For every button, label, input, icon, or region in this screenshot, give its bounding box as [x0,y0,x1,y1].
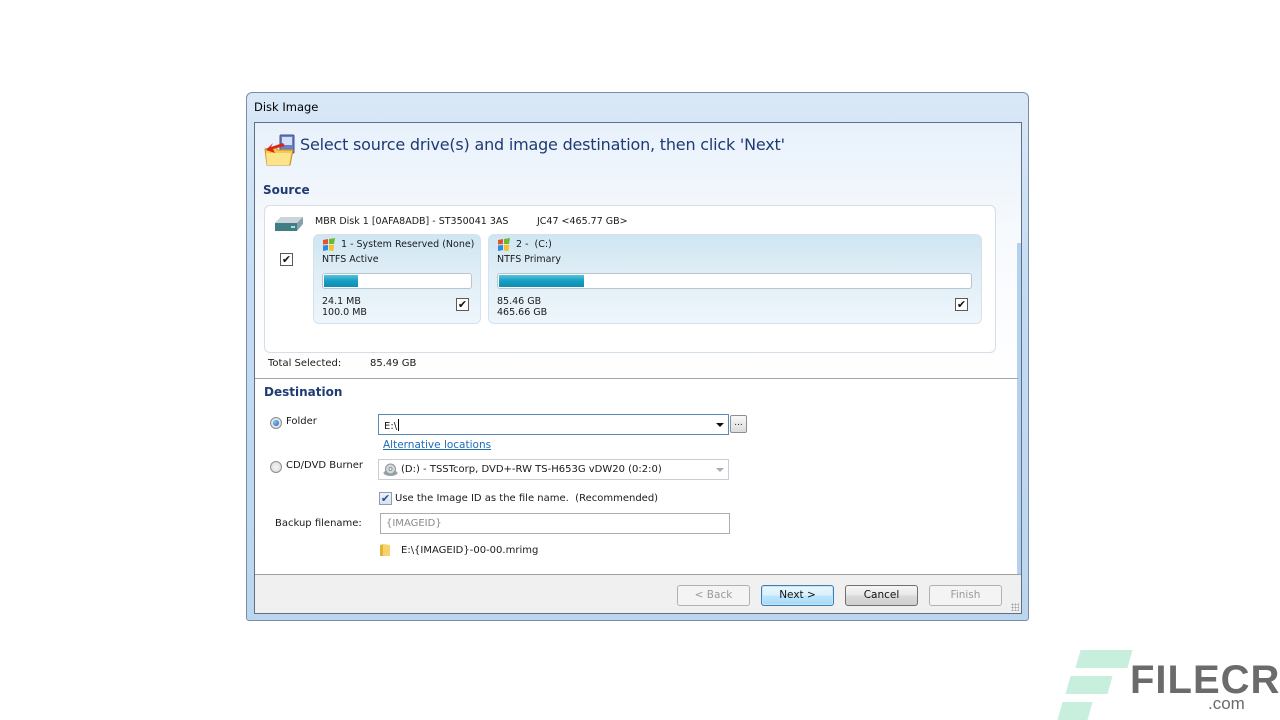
windows-flag-icon [323,238,335,251]
use-image-id-checkbox[interactable]: ✔ [379,492,392,505]
source-disk-panel: MBR Disk 1 [0AFA8ADB] - ST350041 3AS JC4… [264,205,996,353]
partition-usage-bar [322,273,472,289]
total-selected-label: Total Selected: [268,358,342,369]
browse-button[interactable]: ... [730,415,747,433]
hard-disk-icon [275,217,303,231]
cancel-button[interactable]: Cancel [845,585,918,606]
alternative-locations-link[interactable]: Alternative locations [383,439,491,451]
wizard-footer: < Back Next > Cancel Finish [255,574,1021,613]
use-image-id-label[interactable]: Use the Image ID as the file name. (Reco… [395,493,658,504]
burner-value: (D:) - TSSTcorp, DVD+-RW TS-H653G vDW20 … [401,464,662,475]
partition-filesystem: NTFS Primary [497,254,561,265]
disk-checkbox[interactable]: ✔ [280,253,293,266]
page-title: Select source drive(s) and image destina… [300,135,785,154]
partition-total: 100.0 MB [322,307,367,318]
disk-image-window: Disk Image Select source drive(s) and im… [246,92,1029,621]
optical-drive-icon [383,463,398,476]
window-title: Disk Image [254,100,319,114]
backup-filename-field[interactable] [380,513,730,534]
partition-usage-fill [324,275,358,287]
partition-title: 2 - (C:) [516,239,552,250]
partition-used: 85.46 GB [497,296,542,307]
cd-dvd-burner-label[interactable]: CD/DVD Burner [286,460,363,471]
cd-dvd-burner-radio[interactable] [270,461,282,473]
partition-title: 1 - System Reserved (None) [341,239,475,250]
chevron-down-icon[interactable] [716,468,724,472]
backup-filename-input[interactable] [381,514,729,533]
backup-filename-label: Backup filename: [275,518,362,529]
partition-total: 465.66 GB [497,307,548,318]
next-button[interactable]: Next > [761,585,834,606]
windows-flag-icon [498,238,510,251]
partition-card[interactable]: 2 - (C:) NTFS Primary 85.46 GB 465.66 GB… [488,234,982,324]
watermark-brand: FILECR [1130,658,1280,702]
watermark-logo-bar [1057,702,1093,720]
partition-checkbox[interactable]: ✔ [456,298,469,311]
finish-button[interactable]: Finish [929,585,1002,606]
folder-radio-label[interactable]: Folder [286,416,317,427]
watermark-logo-bar [1065,676,1113,694]
resulting-file-path: E:\{IMAGEID}-00-00.mrimg [401,545,539,556]
folder-icon [380,544,390,556]
filecr-watermark: FILECR .com [1056,648,1280,720]
back-button[interactable]: < Back [677,585,750,606]
disk-size: JC47 <465.77 GB> [537,216,628,227]
total-selected-value: 85.49 GB [370,358,417,369]
resize-grip[interactable] [1011,603,1019,611]
source-section-label: Source [263,183,310,197]
folder-radio[interactable] [270,417,282,429]
partition-used: 24.1 MB [322,296,361,307]
disk-image-wizard-icon [264,134,295,166]
partition-usage-fill [499,275,584,287]
destination-section-label: Destination [264,385,343,399]
folder-path-value[interactable]: E:\ [384,419,400,432]
watermark-suffix: .com [1208,694,1245,713]
section-divider [255,378,1018,379]
disk-name: MBR Disk 1 [0AFA8ADB] - ST350041 3AS [315,216,509,227]
folder-path-combobox[interactable]: E:\ [378,414,729,435]
partition-filesystem: NTFS Active [322,254,379,265]
watermark-logo-bar [1075,650,1133,668]
burner-combobox[interactable]: (D:) - TSSTcorp, DVD+-RW TS-H653G vDW20 … [378,459,729,480]
scrollbar[interactable] [1017,243,1021,613]
partition-usage-bar [497,273,972,289]
wizard-client-area: Select source drive(s) and image destina… [254,122,1022,614]
partition-card[interactable]: 1 - System Reserved (None) NTFS Active 2… [313,234,481,324]
partition-checkbox[interactable]: ✔ [955,298,968,311]
chevron-down-icon[interactable] [716,423,724,427]
